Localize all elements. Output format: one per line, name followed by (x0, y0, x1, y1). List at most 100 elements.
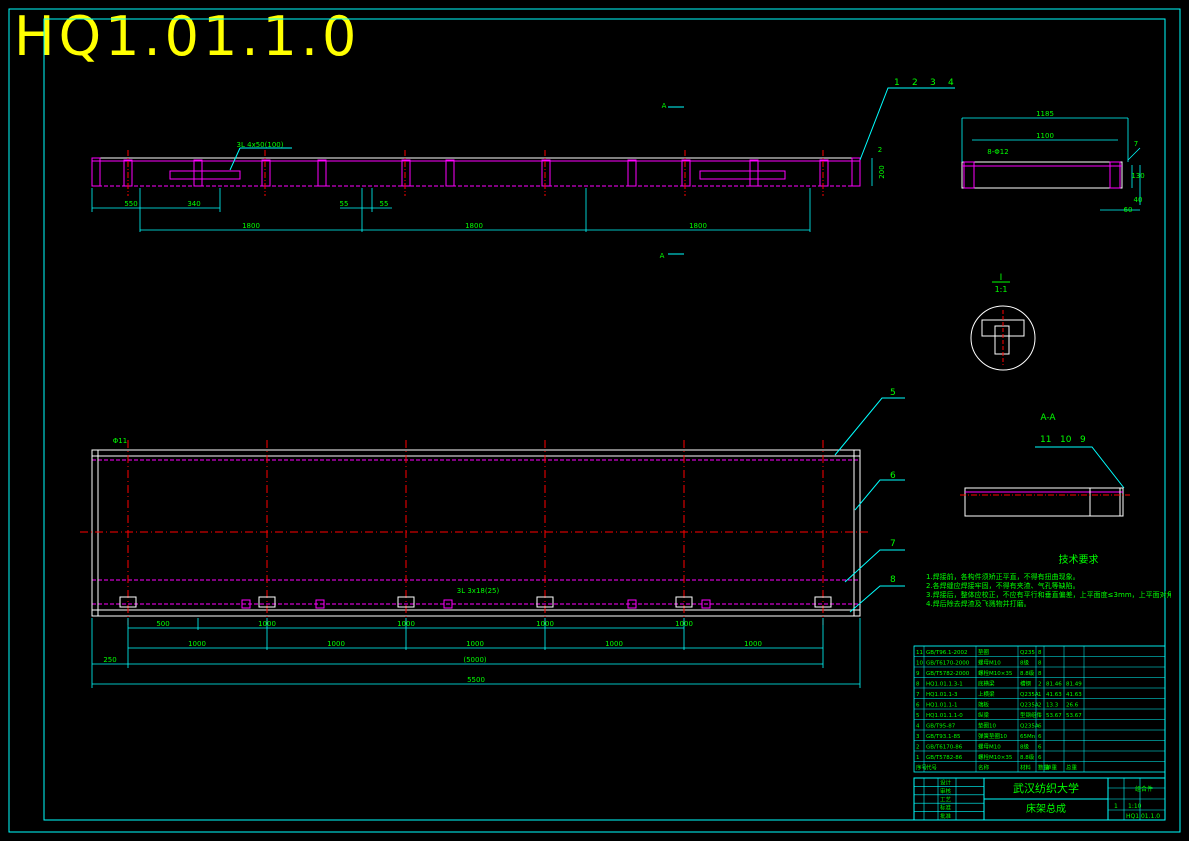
bom-cell: 螺母M10 (978, 743, 1001, 751)
bom-cell: HQ1.01.1-3 (926, 692, 958, 698)
bom-cell: 8级 (1020, 743, 1029, 751)
bom-cell: 3 (916, 734, 920, 740)
balloon-5: 5 (890, 388, 896, 398)
bom-cell: 11 (916, 650, 923, 656)
bom-cell: 6 (1038, 724, 1042, 730)
bom-cell: HQ1.01.1-1 (926, 703, 957, 709)
front-view: 500 1000 1000 1000 1000 1000 1000 1000 1… (80, 388, 905, 688)
bill-of-materials: 11 GB/T96.1-2002 垫圈 Q235 810 GB/T6170-2000 螺母M… (913, 645, 1166, 773)
bom-cell: 7 (916, 692, 920, 698)
tb-sheet: 1 (1114, 803, 1118, 810)
bom-cell: 13.3 (1046, 703, 1059, 709)
bom-cell: GB/T96.1-2002 (926, 650, 967, 656)
top-dim-1800a: 1800 (242, 222, 260, 230)
top-view: 550 340 55 55 1800 1800 1800 200 2 3L 4x… (91, 78, 955, 260)
bom-cell: 26.6 (1066, 703, 1079, 709)
front-dim1-1: 1000 (258, 620, 276, 628)
bom-cell: 4 (916, 724, 920, 730)
side-dim-1185: 1185 (1036, 110, 1054, 118)
bom-cell: 6 (1038, 734, 1042, 740)
tech-item: 2.各焊缝应焊接牢固，不得有夹渣、气孔等缺陷。 (926, 582, 1080, 590)
bom-cell: 垫圈10 (978, 722, 996, 730)
top-height-dim: 200 (878, 165, 886, 178)
bom-cell: 8 (1038, 671, 1042, 677)
bom-cell: 底横梁 (978, 680, 995, 688)
bom-cell: 6 (1038, 745, 1042, 751)
bom-cell: 81.49 (1066, 682, 1082, 688)
bom-cell: 上横梁 (978, 690, 995, 698)
bom-header-cell: 名称 (978, 764, 990, 772)
bom-cell: 65Mn (1020, 734, 1036, 740)
side-hole-callout: 8-Φ12 (987, 148, 1008, 156)
bom-cell: 1 (1038, 713, 1042, 719)
balloon-8: 8 (890, 575, 896, 585)
bom-cell: 9 (916, 671, 920, 677)
tb-role: 审核 (940, 787, 952, 795)
detail-i: I 1:1 (970, 273, 1036, 371)
balloon-11: 11 (1040, 435, 1051, 445)
front-dim1-3: 1000 (536, 620, 554, 628)
balloon-10: 10 (1060, 435, 1072, 445)
front-dim1-4: 1000 (675, 620, 693, 628)
side-dim-1100: 1100 (1036, 132, 1054, 140)
bom-cell: Q235 (1020, 650, 1035, 656)
top-dim-55a: 55 (340, 200, 349, 208)
side-view: 1185 1100 8-Φ12 7 130 40 60 (961, 110, 1145, 214)
bom-cell: GB/T5782-2000 (926, 671, 970, 677)
front-dim-overall: 5500 (467, 676, 485, 684)
balloon-4: 4 (948, 78, 954, 88)
tech-item: 4.焊后除去焊渣及飞溅物并打磨。 (926, 600, 1031, 608)
title-block: 设计审核工艺标准批准 武汉纺织大学 床架总成 组合件 1:10 HQ1.01.1… (913, 777, 1166, 821)
bom-cell: 垫圈 (978, 648, 990, 656)
section-marker-top: A (662, 102, 667, 110)
front-callout: 3L 3x18(25) (457, 587, 500, 595)
bom-cell: 螺栓M10×35 (978, 753, 1013, 761)
side-dim-60: 60 (1124, 206, 1133, 214)
balloon-3: 3 (930, 78, 936, 88)
bom-cell: 10 (916, 661, 923, 667)
front-dim1-0: 500 (156, 620, 169, 628)
bom-cell: GB/T93.1-85 (926, 734, 961, 740)
bom-cell: 81.46 (1046, 682, 1062, 688)
balloon-1: 1 (894, 78, 900, 88)
bom-cell: 41.63 (1046, 692, 1062, 698)
front-dim2-4: 1000 (744, 640, 762, 648)
outer-frame (8, 8, 1181, 833)
bom-cell: 8 (916, 682, 920, 688)
bom-cell: 53.67 (1046, 713, 1062, 719)
bom-cell: 6 (1038, 755, 1042, 761)
technical-requirements: 技术要求 1.焊接前，各构件须矫正平直，不得有扭曲现象。 2.各焊缝应焊接牢固，… (926, 556, 1171, 609)
detail-scale: 1:1 (995, 285, 1008, 294)
bom-cell: 8 (1038, 650, 1042, 656)
bom-cell: 螺栓M10×35 (978, 669, 1013, 677)
tb-scale: 1:10 (1128, 803, 1142, 810)
balloon-2: 2 (912, 78, 918, 88)
bom-cell: 槽钢 (1020, 680, 1032, 688)
tb-role: 设计 (940, 779, 952, 787)
section-aa-title: A-A (1040, 413, 1056, 423)
bom-cell: 端板 (978, 701, 990, 709)
bom-cell: 8.8级 (1020, 669, 1035, 677)
side-dim-130: 130 (1131, 172, 1144, 180)
bom-cell: GB/T6170-2000 (926, 661, 970, 667)
top-right-dim: 2 (878, 146, 882, 154)
bom-cell: HQ1.01.1.1-0 (926, 713, 963, 719)
front-dim2-1: 1000 (327, 640, 345, 648)
bom-cell: GB/T95-87 (926, 724, 956, 730)
balloon-9: 9 (1080, 435, 1086, 445)
bom-cell: GB/T6170-86 (926, 745, 963, 751)
tb-drawing-code: HQ1.01.1.0 (1126, 813, 1160, 820)
side-dim-7: 7 (1134, 140, 1138, 148)
top-dim-550: 550 (124, 200, 137, 208)
bom-cell: 1 (916, 755, 920, 761)
front-dim-span: (5000) (463, 656, 487, 664)
tb-material: 组合件 (1135, 785, 1153, 793)
bom-cell: 纵梁 (978, 711, 990, 719)
section-marker-bottom: A (660, 252, 665, 260)
bom-cell: 8级 (1020, 659, 1029, 667)
top-dim-1800b: 1800 (465, 222, 483, 230)
tb-role: 批准 (940, 812, 952, 820)
front-dim1-2: 1000 (397, 620, 415, 628)
bom-header-cell: 代号 (926, 764, 938, 772)
bom-cell: GB/T5782-86 (926, 755, 963, 761)
